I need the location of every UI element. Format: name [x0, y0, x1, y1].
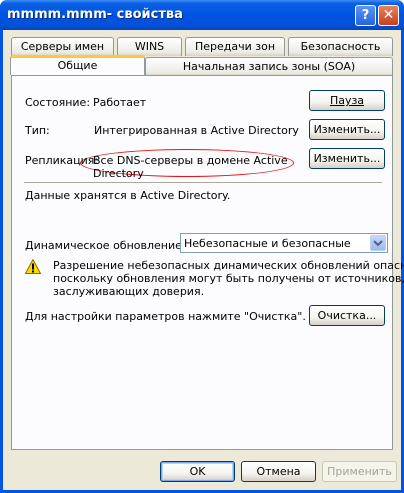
- warning-icon: [25, 259, 41, 274]
- pause-button-label: Пауза: [329, 94, 365, 107]
- dynamic-update-selected: Небезопасные и безопасные: [184, 237, 351, 250]
- dynamic-update-label: Динамическое обновление:: [25, 239, 186, 252]
- change-type-button[interactable]: Изменить...: [309, 119, 385, 140]
- tab-soa[interactable]: Начальная запись зоны (SOA): [145, 57, 393, 76]
- type-value: Интегрированная в Active Directory: [94, 124, 299, 137]
- warning-line2: поскольку обновления могут быть получены…: [53, 272, 404, 285]
- status-label: Состояние:: [25, 96, 91, 109]
- warning-line1: Разрешение небезопасных динамических обн…: [53, 259, 404, 272]
- change-replication-button[interactable]: Изменить...: [309, 148, 385, 169]
- dynamic-update-select[interactable]: Небезопасные и безопасные: [180, 233, 388, 253]
- close-button[interactable]: ✕: [378, 5, 399, 26]
- replication-value-line2: Directory: [93, 167, 144, 180]
- warning-line3: заслуживающих доверия.: [53, 285, 205, 298]
- aging-note: Для настройки параметров нажмите "Очистк…: [25, 310, 306, 323]
- apply-button[interactable]: Применить: [322, 461, 397, 482]
- tab-wins[interactable]: WINS: [117, 37, 182, 56]
- help-button[interactable]: ?: [355, 5, 376, 26]
- cancel-button[interactable]: Отмена: [241, 461, 316, 482]
- dialog-client-area: Серверы имен WINS Передачи зон Безопасно…: [3, 30, 404, 490]
- replication-value-line1: Все DNS-серверы в домене Active: [93, 154, 288, 167]
- replication-label: Репликация:: [25, 154, 99, 167]
- window-title: mmmm.mmm- свойства: [7, 7, 183, 22]
- storage-note: Данные хранятся в Active Directory.: [25, 189, 231, 202]
- ok-button[interactable]: OK: [160, 461, 235, 482]
- tab-general[interactable]: Общие: [10, 55, 145, 75]
- tab-zone-transfers[interactable]: Передачи зон: [185, 37, 285, 56]
- aging-button[interactable]: Очистка...: [309, 305, 385, 326]
- status-value: Работает: [93, 96, 147, 109]
- divider: [24, 182, 382, 183]
- chevron-down-icon[interactable]: [370, 235, 386, 251]
- tab-name-servers[interactable]: Серверы имен: [11, 37, 114, 56]
- type-label: Тип:: [25, 124, 50, 137]
- pause-button[interactable]: Пауза: [309, 90, 385, 111]
- dialog-window: mmmm.mmm- свойства ? ✕ Серверы имен WINS…: [0, 0, 404, 493]
- tab-security[interactable]: Безопасность: [288, 37, 393, 56]
- general-tab-panel: Состояние: Работает Пауза Тип: Интегриро…: [11, 75, 404, 450]
- title-bar[interactable]: mmmm.mmm- свойства ? ✕: [0, 0, 404, 30]
